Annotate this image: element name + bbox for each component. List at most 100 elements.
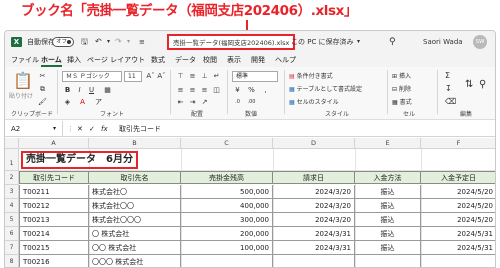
conditional-format-button[interactable]: ▤ 条件付き書式 [289,71,333,80]
sort-filter-icon[interactable]: ⇅ [465,79,473,90]
table-header-cell[interactable]: 取引先コード [19,171,89,184]
insert-cells-button[interactable]: ⊞ 挿入 [392,71,411,80]
comma-icon[interactable]: , [260,85,271,96]
border-icon[interactable]: ▦ [102,85,113,96]
select-all-corner[interactable] [5,138,19,149]
cell-due-date[interactable]: 2024/5/31 [421,241,495,255]
redo-dropdown-icon[interactable]: ▾ [127,31,130,53]
cell-payment-method[interactable]: 振込 [355,199,421,213]
cell-invoice-date[interactable]: 2024/3/20 [273,213,355,227]
cell-due-date[interactable]: 2024/5/20 [421,213,495,227]
undo-dropdown-icon[interactable]: ▾ [107,31,110,53]
tab-file[interactable]: ファイル [11,55,39,65]
column-header[interactable]: E [355,138,421,149]
font-size-select[interactable]: 11 [124,71,142,82]
cell-payment-method[interactable]: 振込 [355,241,421,255]
copy-icon[interactable]: ⧉ [37,84,48,95]
cell-code[interactable]: T00213 [19,213,89,227]
cell-client[interactable]: 〇〇 株式会社 [89,241,181,255]
cell-payment-method[interactable]: 振込 [355,227,421,241]
increase-font-icon[interactable]: Aˆ [145,71,156,82]
cell-balance[interactable]: 300,000 [181,213,273,227]
font-color-icon[interactable]: A [77,97,88,108]
tab-page-layout[interactable]: ページ レイアウト [87,55,145,65]
wrap-text-icon[interactable]: ↵ [211,71,222,82]
cell-code[interactable]: T00214 [19,227,89,241]
fill-color-icon[interactable]: ◈ [62,97,73,108]
cell-client[interactable]: 〇 株式会社 [89,227,181,241]
cell-balance[interactable]: 100,000 [181,241,273,255]
cut-icon[interactable]: ✂ [37,71,48,82]
undo-icon[interactable]: ↶ [95,31,102,53]
paste-button[interactable]: 貼り付け [9,91,33,100]
cell-client[interactable]: 〇〇〇 株式会社 [89,255,181,267]
cell-code[interactable]: T00212 [19,199,89,213]
align-right-icon[interactable]: ≡ [199,85,210,96]
increase-indent-icon[interactable]: ⇥ [187,97,198,108]
avatar[interactable]: SW [473,35,487,49]
row-header[interactable]: 5 [5,213,19,227]
italic-icon[interactable]: I [74,85,85,96]
accounting-icon[interactable]: ¥ [232,85,243,96]
cell-invoice-date[interactable] [273,255,355,267]
column-header[interactable]: B [89,138,181,149]
increase-decimal-icon[interactable]: .0 [232,97,243,108]
fill-icon[interactable]: ↧ [445,84,452,93]
cell-code[interactable]: T00215 [19,241,89,255]
tab-formulas[interactable]: 数式 [151,55,165,65]
cell-due-date[interactable]: 2024/5/31 [421,227,495,241]
cell-balance[interactable]: 500,000 [181,185,273,199]
delete-cells-button[interactable]: ⊟ 削除 [392,84,411,93]
find-select-icon[interactable]: ⚲ [479,79,486,90]
row-header[interactable]: 2 [5,171,19,185]
row-header[interactable]: 3 [5,185,19,199]
enter-icon[interactable]: ✓ [89,121,95,137]
format-painter-icon[interactable]: 🖌 [37,97,48,108]
cell-client[interactable]: 株式会社〇 [89,185,181,199]
cell-balance[interactable]: 400,000 [181,199,273,213]
insert-function-icon[interactable]: fx [101,121,108,137]
percent-icon[interactable]: % [246,85,257,96]
cell-invoice-date[interactable]: 2024/3/20 [273,199,355,213]
worksheet-grid[interactable]: A B C D E F 1 2 3 4 5 6 7 8 売掛一覧データ 6月分 … [5,138,495,267]
sheet-title[interactable]: 売掛一覧データ 6月分 [21,151,138,169]
name-box-dropdown-icon[interactable]: ▾ [53,121,56,137]
cell-due-date[interactable] [421,255,495,267]
row-header[interactable]: 4 [5,199,19,213]
decrease-indent-icon[interactable]: ⇤ [175,97,186,108]
autosave-toggle[interactable]: オフ [52,37,74,47]
table-format-button[interactable]: ▦ テーブルとして書式設定 [289,84,362,93]
user-name[interactable]: Saori Wada [423,31,463,53]
row-header[interactable]: 8 [5,255,19,267]
orientation-icon[interactable]: ↗ [199,97,210,108]
align-bottom-icon[interactable]: ⊥ [199,71,210,82]
redo-icon[interactable]: ↷ [115,31,122,53]
cell-due-date[interactable]: 2024/5/20 [421,185,495,199]
row-header[interactable]: 7 [5,241,19,255]
cell-code[interactable]: T00216 [19,255,89,267]
cell-client[interactable]: 株式会社〇〇 [89,199,181,213]
tab-data[interactable]: データ [175,55,196,65]
table-header-cell[interactable]: 入金予定日 [421,171,495,184]
table-header-cell[interactable]: 請求日 [273,171,355,184]
column-header[interactable]: F [421,138,495,149]
format-cells-button[interactable]: ▦ 書式 [392,97,412,106]
tab-insert[interactable]: 挿入 [67,55,81,65]
cell-balance[interactable]: 200,000 [181,227,273,241]
clear-icon[interactable]: ⌫ [445,97,456,106]
tab-help[interactable]: ヘルプ [275,55,296,65]
font-name-select[interactable]: ＭＳ Ｐゴシック [62,71,122,82]
bold-icon[interactable]: B [62,85,73,96]
search-icon[interactable]: ⚲ [389,31,396,53]
formula-input[interactable]: 取引先コード [119,121,495,137]
cell-invoice-date[interactable]: 2024/3/31 [273,241,355,255]
cell-payment-method[interactable]: 振込 [355,213,421,227]
merge-center-icon[interactable]: ◫ [211,85,222,96]
tab-view[interactable]: 表示 [227,55,241,65]
workbook-filename[interactable]: 売掛一覧データ(福岡支店202406).xlsx [167,34,296,50]
row-header[interactable]: 6 [5,227,19,241]
cell-invoice-date[interactable]: 2024/3/31 [273,227,355,241]
cell-due-date[interactable]: 2024/5/20 [421,199,495,213]
cancel-icon[interactable]: ✕ [77,121,83,137]
autosum-icon[interactable]: Σ [445,71,450,80]
